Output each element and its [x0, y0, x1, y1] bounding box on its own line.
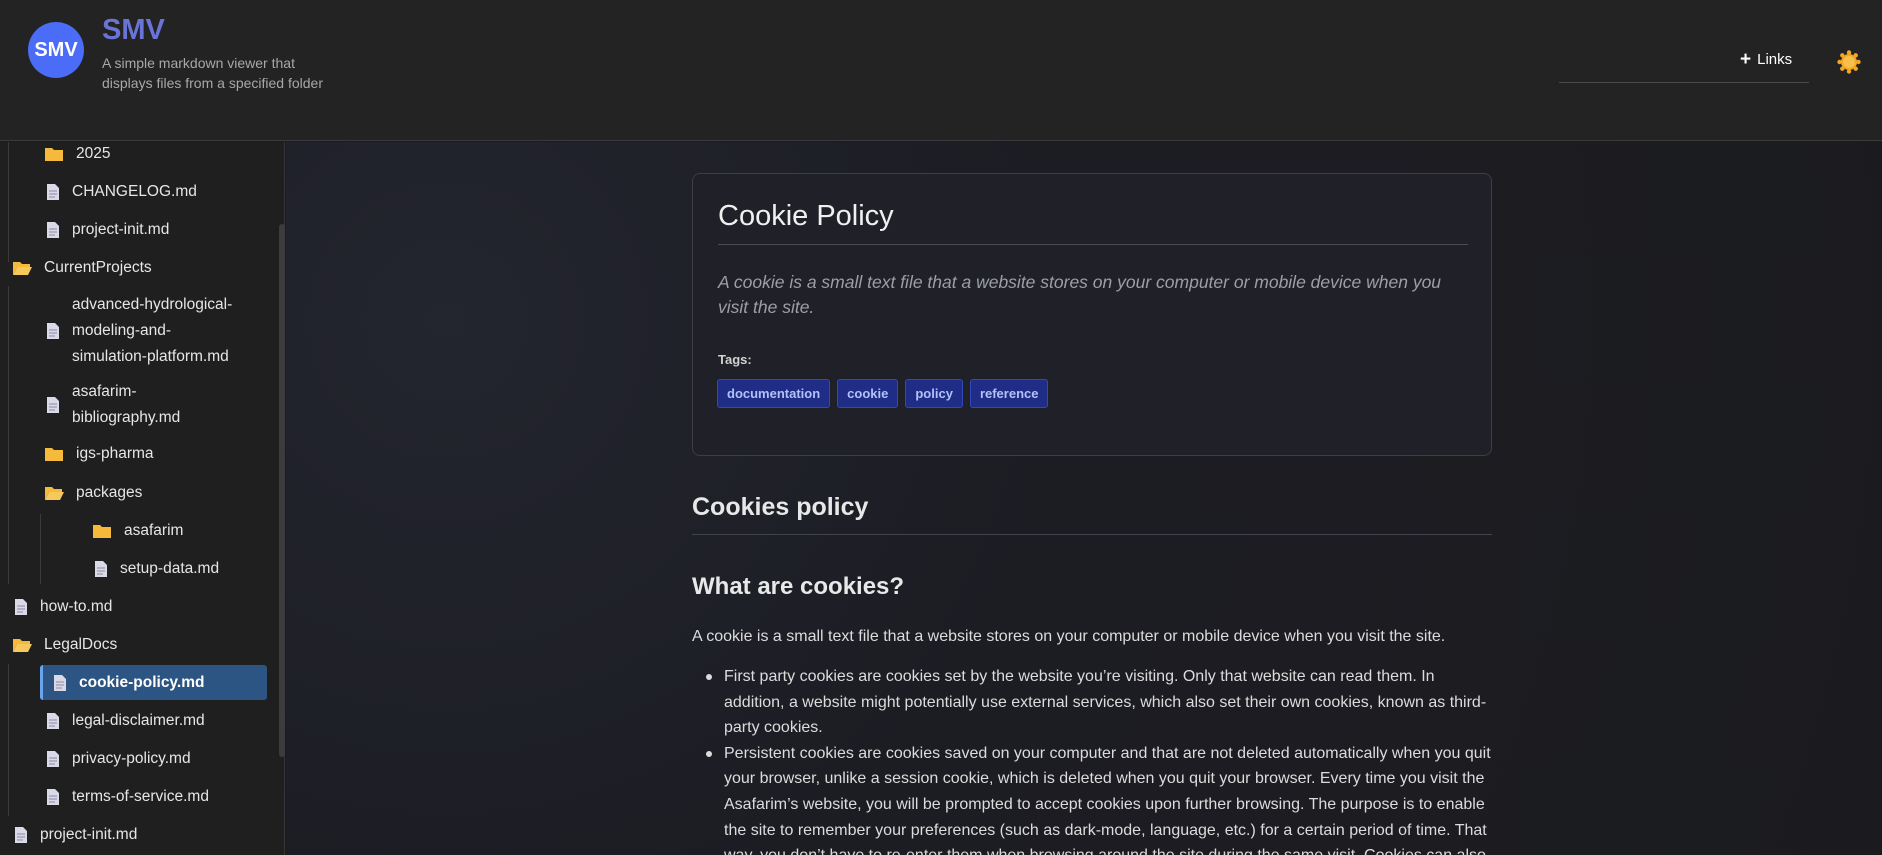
tags-label: Tags:: [718, 352, 752, 367]
plus-icon: +: [1740, 49, 1752, 70]
document-description: A cookie is a small text file that a web…: [718, 272, 1442, 317]
tag-list: documentation cookie policy reference: [717, 379, 1049, 408]
paragraph: A cookie is a small text file that a web…: [692, 628, 1446, 645]
sidebar-item-label: legal-disclaimer.md: [72, 712, 205, 729]
sidebar-item-label: privacy-policy.md: [72, 750, 191, 767]
links-underline: [1559, 82, 1809, 83]
label-line: modeling-and-: [72, 322, 172, 339]
file-icon: [47, 323, 59, 339]
tree-guide: [40, 514, 41, 584]
file-icon: [47, 751, 59, 767]
sidebar-item-asafarim[interactable]: asafarim: [92, 513, 183, 549]
sidebar-item-bibliography[interactable]: asafarim- bibliography.md: [46, 379, 180, 431]
tag-policy[interactable]: policy: [905, 379, 963, 408]
file-icon: [47, 713, 59, 729]
file-icon: [15, 599, 27, 615]
sidebar-item-label: project-init.md: [40, 826, 138, 843]
sidebar-item-label: packages: [76, 484, 143, 501]
sidebar-item-setup-data[interactable]: setup-data.md: [94, 551, 219, 587]
folder-icon: [93, 525, 111, 538]
sidebar-item-igs-pharma[interactable]: igs-pharma: [44, 436, 154, 472]
sidebar-item-label: asafarim- bibliography.md: [72, 379, 180, 431]
tree-guide: [8, 664, 9, 816]
links-button[interactable]: + Links: [1740, 50, 1792, 69]
tag-reference[interactable]: reference: [969, 379, 1049, 408]
app-header: SMV SMV A simple markdown viewer that di…: [0, 0, 1882, 141]
label-line: simulation-platform.md: [72, 348, 229, 365]
sidebar-item-how-to[interactable]: how-to.md: [14, 589, 112, 625]
sidebar-item-legal-disclaimer[interactable]: legal-disclaimer.md: [46, 703, 205, 739]
file-icon: [47, 397, 59, 413]
file-icon: [47, 184, 59, 200]
sidebar-item-label: CHANGELOG.md: [72, 183, 197, 200]
sidebar-item-label: terms-of-service.md: [72, 788, 209, 805]
folder-open-icon: [13, 262, 32, 275]
section-heading: Cookies policy: [692, 493, 869, 521]
divider: [692, 534, 1492, 535]
sidebar-item-changelog[interactable]: CHANGELOG.md: [46, 174, 197, 210]
file-icon: [54, 675, 66, 691]
divider: [718, 244, 1468, 245]
sun-icon[interactable]: [1837, 50, 1861, 74]
folder-icon: [45, 148, 63, 161]
sidebar-item-privacy-policy[interactable]: privacy-policy.md: [46, 741, 191, 777]
tag-documentation[interactable]: documentation: [717, 379, 831, 408]
tag-cookie[interactable]: cookie: [837, 379, 899, 408]
sidebar-item-hydrological[interactable]: advanced-hydrological- modeling-and- sim…: [46, 292, 232, 370]
document-title: Cookie Policy: [718, 200, 894, 232]
label-line: asafarim-: [72, 383, 137, 400]
sidebar-item-label: igs-pharma: [76, 445, 154, 462]
bullet-list: First party cookies are cookies set by t…: [692, 664, 1492, 855]
list-item: Persistent cookies are cookies saved on …: [692, 741, 1492, 855]
file-icon: [15, 827, 27, 843]
links-label: Links: [1757, 51, 1793, 68]
file-icon: [47, 789, 59, 805]
app-title[interactable]: SMV: [102, 14, 165, 47]
sidebar-item-label: 2025: [76, 145, 111, 162]
file-icon: [95, 561, 107, 577]
sidebar-item-project-init-root[interactable]: project-init.md: [14, 817, 137, 853]
sidebar-scrollbar[interactable]: [279, 224, 285, 757]
sidebar-item-label: advanced-hydrological- modeling-and- sim…: [72, 292, 232, 370]
app-logo[interactable]: SMV: [28, 22, 84, 78]
label-line: advanced-hydrological-: [72, 296, 233, 313]
app-description: A simple markdown viewer that displays f…: [102, 55, 323, 91]
sidebar-item-currentprojects[interactable]: CurrentProjects: [12, 250, 152, 286]
folder-open-icon: [13, 639, 32, 652]
folder-open-icon: [45, 487, 64, 500]
label-line: bibliography.md: [72, 409, 181, 426]
list-item: First party cookies are cookies set by t…: [692, 664, 1492, 741]
sidebar-item-cookie-policy[interactable]: cookie-policy.md: [53, 665, 204, 701]
sidebar-item-2025[interactable]: 2025: [44, 136, 110, 172]
tree-guide: [8, 142, 9, 262]
sidebar-item-legaldocs[interactable]: LegalDocs: [12, 627, 117, 663]
tree-guide: [8, 286, 9, 584]
sidebar-item-label: asafarim: [124, 522, 184, 539]
sidebar-item-label: setup-data.md: [120, 560, 220, 577]
subsection-heading: What are cookies?: [692, 573, 905, 600]
sidebar-item-project-init[interactable]: project-init.md: [46, 212, 169, 248]
sidebar-item-label: how-to.md: [40, 598, 113, 615]
sidebar-item-packages[interactable]: packages: [44, 475, 142, 511]
sidebar-item-label: project-init.md: [72, 221, 170, 238]
folder-icon: [45, 448, 63, 461]
sidebar-item-label: cookie-policy.md: [79, 674, 205, 691]
sidebar-item-label: LegalDocs: [44, 636, 118, 653]
file-icon: [47, 222, 59, 238]
sidebar-item-label: CurrentProjects: [44, 259, 152, 276]
document-header-card: Cookie Policy A cookie is a small text f…: [692, 173, 1492, 456]
sidebar-item-terms-of-service[interactable]: terms-of-service.md: [46, 779, 209, 815]
